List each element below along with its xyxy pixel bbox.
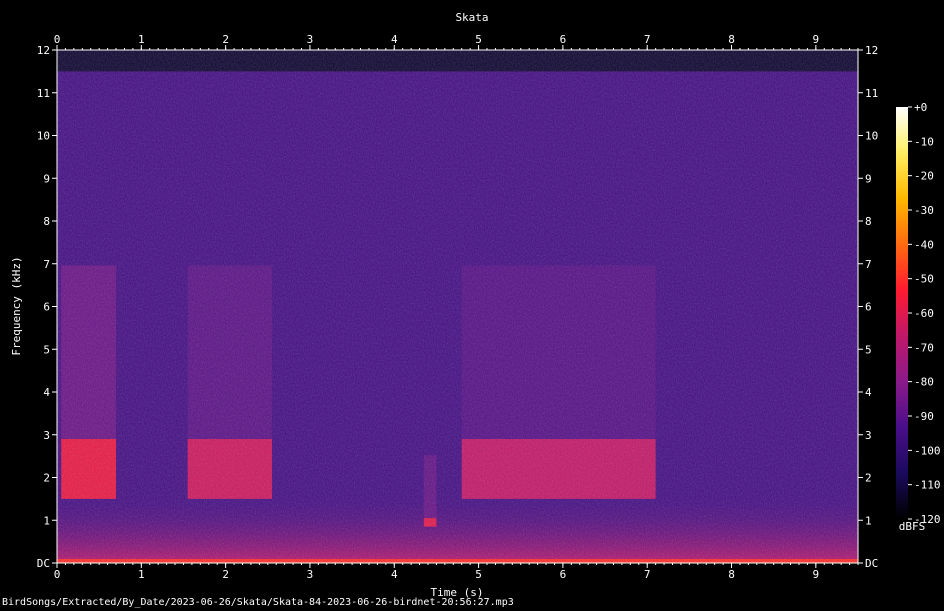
colorbar-tick-label: -100 xyxy=(914,444,941,457)
x-tick-label-bottom: 5 xyxy=(475,568,482,581)
x-tick-label-top: 9 xyxy=(813,33,820,46)
y-tick-label-right: 10 xyxy=(865,130,878,143)
chart-title: Skata xyxy=(455,11,488,24)
y-tick-label-right: 11 xyxy=(865,87,878,100)
x-axis-bottom: 0 1 2 3 4 5 6 7 8 9 xyxy=(54,563,859,581)
y-tick-label-left: DC xyxy=(37,557,50,570)
y-tick-label-left: 12 xyxy=(37,44,50,57)
y-tick-label-right: 7 xyxy=(865,258,872,271)
spectrogram-chart: Skata 0123456789 0123456789 DC1234567891… xyxy=(10,11,941,599)
y-tick-label-left: 3 xyxy=(43,429,50,442)
colorbar-scale xyxy=(896,107,908,519)
colorbar-tick-label: +0 xyxy=(914,101,927,114)
y-tick-label-left: 6 xyxy=(43,301,50,314)
y-tick-label-left: 5 xyxy=(43,343,50,356)
y-tick-label-right: 9 xyxy=(865,172,872,185)
colorbar-tick-label: -20 xyxy=(914,170,934,183)
colorbar-tick-label: -50 xyxy=(914,273,934,286)
x-tick-label-bottom: 6 xyxy=(560,568,567,581)
colorbar-tick-label: -80 xyxy=(914,376,934,389)
plot-area xyxy=(57,50,858,563)
x-tick-label-bottom: 1 xyxy=(138,568,145,581)
y-tick-label-right: 3 xyxy=(865,429,872,442)
y-tick-label-right: DC xyxy=(865,557,878,570)
x-tick-label-top: 7 xyxy=(644,33,651,46)
noise-texture xyxy=(57,50,858,563)
y-tick-label-right: 6 xyxy=(865,301,872,314)
y-tick-label-right: 4 xyxy=(865,386,872,399)
x-tick-label-top: 1 xyxy=(138,33,145,46)
y-tick-label-left: 4 xyxy=(43,386,50,399)
x-tick-label-top: 4 xyxy=(391,33,398,46)
x-tick-label-bottom: 2 xyxy=(222,568,229,581)
y-tick-label-right: 2 xyxy=(865,472,872,485)
colorbar-label: dBFS xyxy=(899,520,926,533)
y-tick-label-right: 12 xyxy=(865,44,878,57)
y-tick-label-left: 10 xyxy=(37,130,50,143)
colorbar-tick-label: -10 xyxy=(914,135,934,148)
x-tick-label-bottom: 9 xyxy=(813,568,820,581)
x-tick-label-bottom: 4 xyxy=(391,568,398,581)
x-tick-label-top: 8 xyxy=(728,33,735,46)
y-tick-label-left: 2 xyxy=(43,472,50,485)
file-path-caption: BirdSongs/Extracted/By_Date/2023-06-26/S… xyxy=(2,597,514,608)
y-tick-label-right: 1 xyxy=(865,514,872,527)
x-tick-label-bottom: 8 xyxy=(728,568,735,581)
colorbar-tick-label: -60 xyxy=(914,307,934,320)
y-tick-label-left: 8 xyxy=(43,215,50,228)
x-tick-label-bottom: 3 xyxy=(307,568,314,581)
y-tick-label-right: 8 xyxy=(865,215,872,228)
colorbar: +0-10-20-30-40-50-60-70-80-90-100-110-12… xyxy=(896,101,941,526)
x-axis-top: 0 1 2 3 4 5 6 7 8 9 xyxy=(54,33,859,50)
colorbar-tick-label: -30 xyxy=(914,204,934,217)
y-axis-right: DC123456789101112 xyxy=(858,44,878,570)
y-tick-label-right: 5 xyxy=(865,343,872,356)
x-tick-label-top: 3 xyxy=(307,33,314,46)
x-tick-label-top: 5 xyxy=(475,33,482,46)
y-tick-label-left: 11 xyxy=(37,87,50,100)
colorbar-tick-label: -90 xyxy=(914,410,934,423)
y-tick-label-left: 1 xyxy=(43,514,50,527)
y-axis-label: Frequency (kHz) xyxy=(10,256,23,355)
x-tick-label-bottom: 0 xyxy=(54,568,61,581)
y-tick-label-left: 9 xyxy=(43,172,50,185)
x-tick-label-top: 2 xyxy=(222,33,229,46)
colorbar-tick-label: -70 xyxy=(914,341,934,354)
x-tick-label-top: 0 xyxy=(54,33,61,46)
colorbar-tick-label: -110 xyxy=(914,479,941,492)
x-tick-label-bottom: 7 xyxy=(644,568,651,581)
y-tick-label-left: 7 xyxy=(43,258,50,271)
y-axis-left: DC123456789101112 xyxy=(37,44,57,570)
colorbar-tick-label: -40 xyxy=(914,238,934,251)
x-tick-label-top: 6 xyxy=(560,33,567,46)
